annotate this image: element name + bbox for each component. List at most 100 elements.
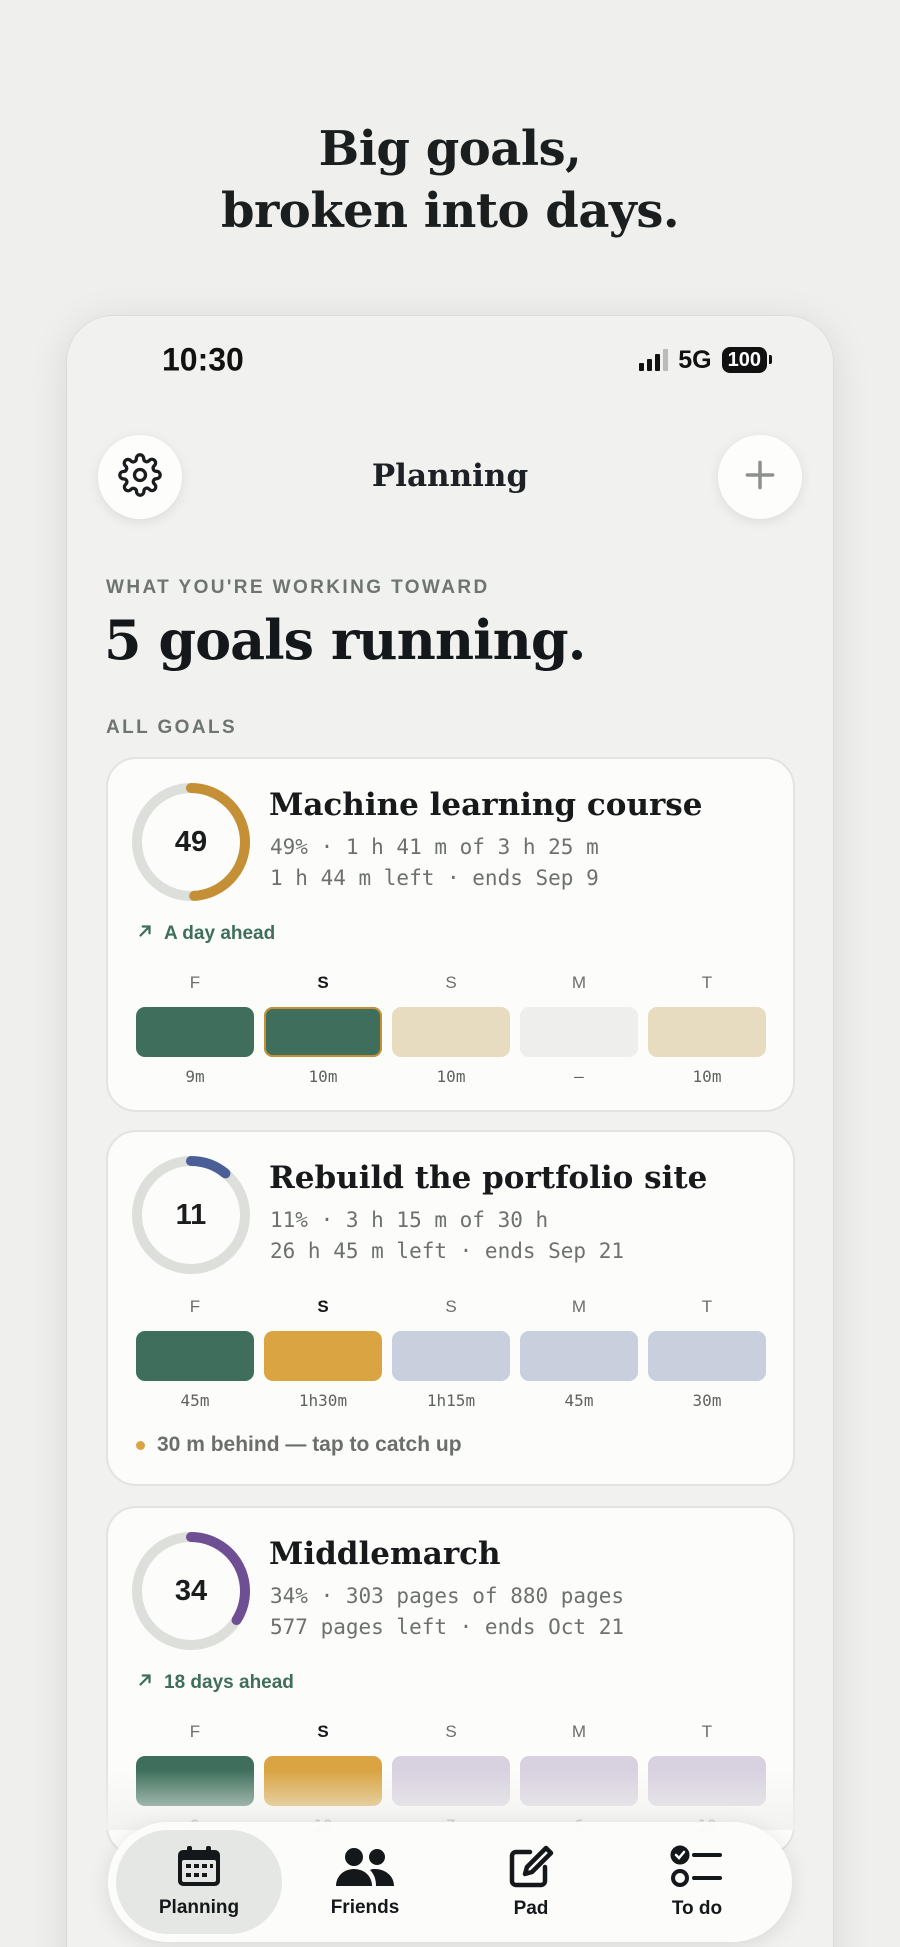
day-letter: S [317,1722,329,1741]
all-goals-label: ALL GOALS [106,717,238,738]
day-letter: M [571,1722,587,1741]
day-monday[interactable]: M – [520,973,638,1086]
tab-label: Pad [513,1897,549,1919]
status-bar: 10:30 5G 100 [67,316,833,386]
tab-friends[interactable]: Friends [282,1830,448,1934]
status-indicators: 5G 100 [639,344,773,376]
day-value: 10m [692,1067,722,1086]
day-bar [520,1007,638,1057]
progress-ring: 34 [130,1530,252,1652]
goal-title: Rebuild the portfolio site [269,1160,708,1196]
day-letter: T [701,973,713,992]
day-letter: F [189,1297,201,1316]
goal-remaining-line: 1 h 44 m left · ends Sep 9 [270,866,599,890]
add-goal-button[interactable] [718,435,802,519]
day-saturday[interactable]: S 10m [264,973,382,1086]
tab-todo[interactable]: To do [614,1830,780,1934]
status-text: 18 days ahead [164,1672,294,1693]
status-ahead: 18 days ahead [136,1671,294,1695]
status-text: A day ahead [164,923,276,944]
day-bar [648,1331,766,1381]
day-letter: T [701,1297,713,1316]
day-friday[interactable]: F 45m [136,1297,254,1410]
day-letter: T [701,1722,713,1741]
day-sunday[interactable]: S 10m [392,973,510,1086]
goal-card[interactable]: 49 Machine learning course 49% · 1 h 41 … [106,757,795,1112]
headline: Big goals, broken into days. [0,118,900,242]
day-bar [392,1331,510,1381]
day-value: 1h30m [298,1391,348,1410]
calendar-icon [176,1845,222,1893]
day-letter: M [571,973,587,992]
people-icon [334,1846,396,1893]
progress-percent: 49 [174,825,208,858]
arrow-up-right-icon [136,1671,154,1695]
goal-title: Machine learning course [269,787,703,823]
overview-eyebrow: WHAT YOU'RE WORKING TOWARD [106,577,490,598]
day-value: 45m [564,1391,594,1410]
progress-percent: 34 [174,1574,208,1607]
progress-percent: 11 [175,1198,207,1231]
goals-count-title: 5 goals running. [104,608,586,672]
goal-title: Middlemarch [269,1536,501,1572]
day-letter: F [189,973,201,992]
day-value: 9m [185,1067,205,1086]
day-letter: S [445,1722,457,1741]
status-time: 10:30 [162,341,244,378]
arrow-up-right-icon [136,922,154,946]
goal-remaining-line: 26 h 45 m left · ends Sep 21 [270,1239,625,1263]
goal-progress-line: 49% · 1 h 41 m of 3 h 25 m [270,835,599,859]
day-letter: F [189,1722,201,1741]
tab-label: To do [671,1897,723,1919]
network-label: 5G [678,345,712,374]
day-bar-today [264,1331,382,1381]
day-friday[interactable]: F 9m [136,973,254,1086]
signal-icon [639,349,669,371]
progress-ring: 11 [130,1154,252,1276]
day-strip: F 45m S 1h30m S 1h15m M 45m T 30m [136,1297,766,1410]
tab-label: Planning [158,1896,240,1918]
day-letter: M [571,1297,587,1316]
progress-ring: 49 [130,781,252,903]
day-letter: S [445,1297,457,1316]
battery-icon: 100 [721,347,773,373]
headline-line-2: broken into days. [220,183,680,239]
status-ahead: A day ahead [136,922,275,946]
day-tuesday[interactable]: T 10m [648,973,766,1086]
behind-dot-icon [136,1440,145,1450]
day-letter: S [317,1297,329,1316]
day-bar-today [264,1007,382,1057]
day-saturday[interactable]: S 1h30m [264,1297,382,1410]
goal-remaining-line: 577 pages left · ends Oct 21 [270,1615,625,1639]
day-strip: F 9m S 10m S 10m M – T 10m [136,973,766,1086]
day-value: – [574,1067,584,1086]
day-monday[interactable]: M 45m [520,1297,638,1410]
tab-planning[interactable]: Planning [116,1830,282,1934]
goal-progress-line: 11% · 3 h 15 m of 30 h [270,1208,549,1232]
day-bar [520,1331,638,1381]
day-tuesday[interactable]: T 30m [648,1297,766,1410]
day-letter: S [317,973,329,992]
day-sunday[interactable]: S 1h15m [392,1297,510,1410]
day-value: 45m [180,1391,210,1410]
edit-icon [508,1845,554,1894]
goal-progress-line: 34% · 303 pages of 880 pages [270,1584,625,1608]
day-bar [136,1331,254,1381]
checklist-icon [670,1845,724,1894]
day-value: 10m [308,1067,338,1086]
day-value: 10m [436,1067,466,1086]
goal-card[interactable]: 11 Rebuild the portfolio site 11% · 3 h … [106,1130,795,1486]
day-value: 1h15m [426,1391,476,1410]
tab-label: Friends [330,1896,400,1918]
tab-bar: Planning Friends Pad To do [108,1822,792,1942]
headline-line-1: Big goals, [318,121,582,177]
tab-pad[interactable]: Pad [448,1830,614,1934]
plus-icon [741,456,779,499]
scroll-fade [67,1770,833,1830]
catch-up-link[interactable]: 30 m behind — tap to catch up [136,1433,462,1457]
day-value: 30m [692,1391,722,1410]
day-bar [136,1007,254,1057]
day-letter: S [445,973,457,992]
status-text: 30 m behind — tap to catch up [157,1433,462,1456]
day-bar [648,1007,766,1057]
